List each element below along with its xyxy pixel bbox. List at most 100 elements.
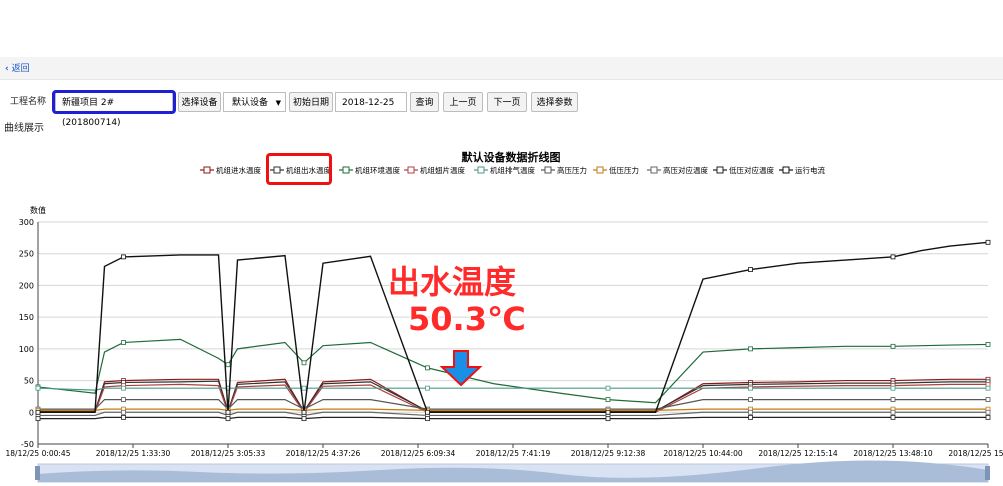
series-point (425, 416, 430, 422)
series-point (890, 343, 896, 349)
series-point (748, 414, 753, 420)
series-point (121, 409, 126, 415)
scroller-handle-left[interactable] (35, 466, 40, 480)
legend-item[interactable]: 低压对应温度 (713, 165, 774, 175)
annotation-value: 50.3℃ (408, 300, 526, 338)
legend-swatch-marker (477, 166, 485, 174)
legend-swatch-marker (407, 166, 415, 174)
legend-item[interactable]: 机组翅片温度 (404, 165, 465, 175)
series-point (121, 385, 126, 391)
series-point (748, 267, 753, 272)
series-point (985, 342, 991, 347)
x-tick-label: 2018/12/25 13:48:10 (853, 449, 933, 458)
down-arrow-icon (439, 350, 483, 387)
legend-swatch-marker (544, 166, 552, 174)
x-tick-label: 2018/12/25 1:33:30 (96, 449, 171, 458)
series-point (121, 414, 126, 420)
x-tick-label: 2018/12/25 15:19:02 (948, 449, 1003, 458)
x-tick-label: 2018/12/25 12:15:14 (758, 449, 838, 458)
legend-item[interactable]: 高压对应温度 (647, 165, 708, 175)
series-point (121, 397, 126, 403)
y-tick-label: 200 (19, 281, 34, 290)
series-point (301, 385, 307, 391)
range-scroller[interactable] (35, 460, 990, 483)
legend-item[interactable]: 机组排气温度 (474, 165, 535, 175)
series-point (425, 409, 430, 415)
y-tick-label: 0 (29, 408, 34, 417)
x-tick-label: 2018/12/25 10:44:00 (663, 449, 743, 458)
series-point (890, 409, 896, 415)
series-point (985, 397, 991, 403)
legend-item[interactable]: 低压压力 (593, 165, 639, 175)
series-point (985, 414, 991, 420)
x-tick-label: 2018/12/25 3:05:33 (191, 449, 266, 458)
series-point (301, 409, 307, 415)
series-point (121, 340, 126, 345)
series-point (121, 254, 126, 260)
y-tick-label: 150 (19, 313, 34, 322)
series-point (985, 409, 991, 415)
chart-title: 默认设备数据折线图 (462, 150, 561, 164)
series-point (301, 360, 307, 366)
series-point (890, 414, 896, 420)
legend-swatch-marker (650, 166, 658, 174)
y-tick-label: 50 (24, 377, 34, 386)
series-point (35, 416, 41, 422)
annotation-title: 出水温度 (388, 263, 517, 301)
legend-label: 机组排气温度 (490, 165, 535, 175)
x-tick-label: 2018/12/25 6:09:34 (381, 449, 456, 458)
series-point (985, 381, 991, 387)
series-point (605, 397, 611, 403)
y-tick-label: -50 (21, 440, 34, 449)
legend-label: 机组环境温度 (355, 165, 400, 175)
series-point (605, 385, 611, 391)
series-point (748, 385, 753, 391)
series-point (748, 346, 753, 352)
legend-swatch-marker (596, 166, 604, 174)
legend-swatch-marker (342, 166, 350, 174)
series-point (890, 397, 896, 403)
series-point (985, 239, 991, 245)
series-point (890, 254, 896, 260)
series-point (748, 409, 753, 415)
legend-item[interactable]: 机组进水温度 (200, 165, 261, 175)
legend-highlight-box (266, 153, 332, 185)
legend-item[interactable]: 高压压力 (541, 165, 587, 175)
legend-swatch-marker (203, 166, 211, 174)
series-point (985, 385, 991, 391)
series-line (37, 387, 988, 391)
y-tick-label: 250 (19, 250, 34, 259)
series-line (38, 416, 988, 420)
series-point (35, 385, 41, 391)
legend-label: 运行电流 (795, 165, 825, 175)
legend-label: 高压对应温度 (663, 165, 708, 175)
legend-item[interactable]: 机组环境温度 (339, 165, 400, 175)
legend-item[interactable]: 运行电流 (779, 165, 825, 175)
legend-label: 机组翅片温度 (420, 165, 465, 175)
series-point (425, 385, 430, 391)
series-point (748, 397, 753, 403)
series-line (38, 399, 988, 410)
series-point (301, 416, 307, 422)
legend-label: 低压压力 (609, 165, 639, 175)
x-tick-label: 2018/12/25 9:12:38 (571, 449, 646, 458)
line-chart: 默认设备数据折线图 数值 机组进水温度 机组出水温度 机组环境温度 机组翅片温度 机组排… (6, 150, 1003, 483)
legend-swatch-marker (716, 166, 724, 174)
series-point (35, 409, 41, 415)
legend-label: 机组进水温度 (216, 165, 261, 175)
legend-label: 低压对应温度 (729, 165, 774, 175)
legend-swatch-marker (782, 166, 790, 174)
legend-label: 高压压力 (557, 165, 587, 175)
y-tick-label: 100 (19, 345, 34, 354)
series-point (225, 416, 231, 422)
x-tick-label: 2018/12/25 7:41:19 (476, 449, 551, 458)
series-point (890, 385, 896, 391)
series-point (225, 362, 231, 368)
series-point (605, 409, 611, 415)
scroller-handle-right[interactable] (985, 466, 990, 480)
series-point (225, 409, 231, 415)
series-point (425, 365, 430, 371)
y-tick-label: 300 (19, 218, 34, 227)
x-tick-label: 2018/12/25 4:37:26 (286, 449, 361, 458)
x-tick-label: 18/12/25 0:00:45 (6, 449, 71, 458)
